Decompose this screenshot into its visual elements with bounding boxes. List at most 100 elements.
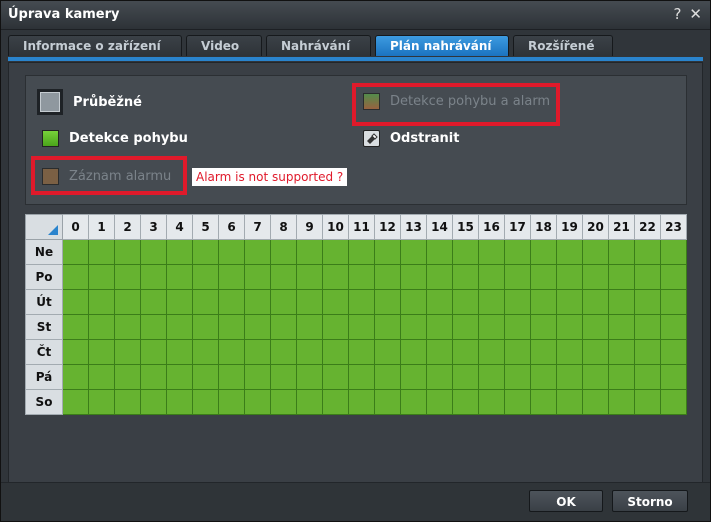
- schedule-cell[interactable]: [608, 289, 635, 315]
- schedule-cell[interactable]: [400, 289, 427, 315]
- hour-header[interactable]: 22: [634, 214, 661, 240]
- schedule-cell[interactable]: [322, 389, 349, 415]
- schedule-cell[interactable]: [218, 239, 245, 265]
- hour-header[interactable]: 14: [426, 214, 453, 240]
- schedule-cell[interactable]: [478, 314, 505, 340]
- schedule-cell[interactable]: [348, 364, 375, 390]
- schedule-cell[interactable]: [530, 389, 557, 415]
- schedule-cell[interactable]: [582, 239, 609, 265]
- schedule-cell[interactable]: [218, 264, 245, 290]
- schedule-cell[interactable]: [504, 289, 531, 315]
- schedule-cell[interactable]: [556, 239, 583, 265]
- schedule-cell[interactable]: [114, 364, 141, 390]
- schedule-cell[interactable]: [322, 339, 349, 365]
- tab-video[interactable]: Video: [186, 35, 262, 56]
- schedule-cell[interactable]: [88, 239, 115, 265]
- schedule-cell[interactable]: [348, 389, 375, 415]
- schedule-cell[interactable]: [348, 239, 375, 265]
- schedule-cell[interactable]: [270, 314, 297, 340]
- schedule-cell[interactable]: [426, 289, 453, 315]
- schedule-cell[interactable]: [322, 289, 349, 315]
- schedule-cell[interactable]: [322, 239, 349, 265]
- schedule-cell[interactable]: [374, 389, 401, 415]
- legend-continuous[interactable]: Průběžné: [37, 89, 142, 115]
- hour-header[interactable]: 0: [62, 214, 89, 240]
- schedule-cell[interactable]: [660, 389, 687, 415]
- schedule-cell[interactable]: [244, 314, 271, 340]
- schedule-cell[interactable]: [114, 264, 141, 290]
- schedule-cell[interactable]: [504, 389, 531, 415]
- schedule-cell[interactable]: [88, 339, 115, 365]
- schedule-cell[interactable]: [478, 289, 505, 315]
- schedule-cell[interactable]: [244, 389, 271, 415]
- schedule-cell[interactable]: [582, 264, 609, 290]
- schedule-cell[interactable]: [478, 339, 505, 365]
- schedule-cell[interactable]: [140, 289, 167, 315]
- schedule-cell[interactable]: [296, 389, 323, 415]
- day-header[interactable]: St: [25, 314, 63, 340]
- hour-header[interactable]: 18: [530, 214, 557, 240]
- schedule-cell[interactable]: [452, 389, 479, 415]
- schedule-cell[interactable]: [400, 239, 427, 265]
- hour-header[interactable]: 4: [166, 214, 193, 240]
- schedule-cell[interactable]: [62, 289, 89, 315]
- schedule-cell[interactable]: [218, 289, 245, 315]
- schedule-cell[interactable]: [478, 389, 505, 415]
- schedule-cell[interactable]: [244, 289, 271, 315]
- day-header[interactable]: Čt: [25, 339, 63, 365]
- schedule-cell[interactable]: [114, 314, 141, 340]
- schedule-cell[interactable]: [452, 339, 479, 365]
- schedule-cell[interactable]: [192, 289, 219, 315]
- schedule-cell[interactable]: [166, 314, 193, 340]
- schedule-cell[interactable]: [400, 389, 427, 415]
- schedule-cell[interactable]: [504, 314, 531, 340]
- hour-header[interactable]: 2: [114, 214, 141, 240]
- schedule-cell[interactable]: [244, 264, 271, 290]
- schedule-cell[interactable]: [426, 314, 453, 340]
- schedule-cell[interactable]: [62, 314, 89, 340]
- schedule-cell[interactable]: [660, 364, 687, 390]
- hour-header[interactable]: 16: [478, 214, 505, 240]
- schedule-cell[interactable]: [634, 364, 661, 390]
- schedule-cell[interactable]: [218, 339, 245, 365]
- schedule-cell[interactable]: [114, 239, 141, 265]
- schedule-cell[interactable]: [374, 239, 401, 265]
- schedule-cell[interactable]: [582, 339, 609, 365]
- schedule-cell[interactable]: [556, 314, 583, 340]
- schedule-cell[interactable]: [556, 289, 583, 315]
- hour-header[interactable]: 11: [348, 214, 375, 240]
- schedule-cell[interactable]: [192, 389, 219, 415]
- schedule-cell[interactable]: [374, 289, 401, 315]
- schedule-cell[interactable]: [270, 389, 297, 415]
- schedule-cell[interactable]: [140, 314, 167, 340]
- schedule-cell[interactable]: [140, 264, 167, 290]
- schedule-cell[interactable]: [218, 389, 245, 415]
- hour-header[interactable]: 17: [504, 214, 531, 240]
- schedule-cell[interactable]: [634, 339, 661, 365]
- schedule-cell[interactable]: [504, 364, 531, 390]
- schedule-cell[interactable]: [270, 364, 297, 390]
- schedule-cell[interactable]: [608, 364, 635, 390]
- tab-advanced[interactable]: Rozšířené: [513, 35, 613, 56]
- schedule-cell[interactable]: [556, 389, 583, 415]
- schedule-cell[interactable]: [88, 289, 115, 315]
- schedule-cell[interactable]: [452, 264, 479, 290]
- hour-header[interactable]: 13: [400, 214, 427, 240]
- schedule-cell[interactable]: [530, 339, 557, 365]
- schedule-cell[interactable]: [426, 339, 453, 365]
- schedule-cell[interactable]: [322, 314, 349, 340]
- schedule-cell[interactable]: [582, 314, 609, 340]
- schedule-cell[interactable]: [322, 264, 349, 290]
- schedule-cell[interactable]: [660, 339, 687, 365]
- legend-motion[interactable]: Detekce pohybu: [42, 130, 188, 147]
- schedule-cell[interactable]: [374, 364, 401, 390]
- schedule-cell[interactable]: [452, 364, 479, 390]
- schedule-cell[interactable]: [296, 239, 323, 265]
- schedule-cell[interactable]: [62, 339, 89, 365]
- schedule-cell[interactable]: [192, 239, 219, 265]
- schedule-cell[interactable]: [452, 239, 479, 265]
- schedule-cell[interactable]: [62, 389, 89, 415]
- schedule-cell[interactable]: [608, 389, 635, 415]
- schedule-cell[interactable]: [88, 264, 115, 290]
- ok-button[interactable]: OK: [529, 490, 603, 512]
